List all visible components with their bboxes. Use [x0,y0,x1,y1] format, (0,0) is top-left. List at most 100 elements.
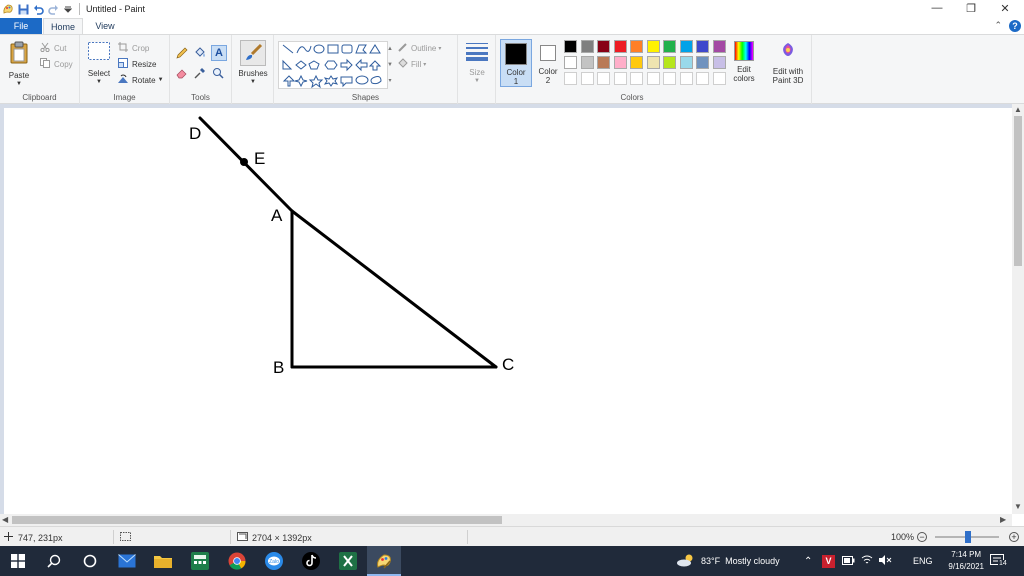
volume-muted-icon[interactable] [879,555,892,567]
palette-swatch[interactable] [580,40,594,53]
custom-color-slot[interactable] [597,72,610,85]
excel-icon[interactable] [338,551,358,571]
vertical-scrollbar[interactable]: ▲ ▼ [1012,104,1024,514]
palette-swatch[interactable] [712,56,726,69]
color-picker-icon[interactable] [193,66,207,80]
size-button[interactable]: Size ▼ [462,41,492,86]
customize-qat-icon[interactable] [62,3,74,15]
zalo-icon[interactable]: Zalo [264,551,284,571]
undo-icon[interactable] [32,3,44,15]
scroll-left-icon[interactable]: ◀ [2,515,8,524]
cortana-icon[interactable] [80,551,100,571]
minimize-button[interactable]: — [920,0,954,16]
custom-color-slot[interactable] [580,72,594,85]
custom-color-slot[interactable] [613,72,627,85]
select-dropdown-icon[interactable]: ▼ [96,78,102,87]
custom-color-slot[interactable] [712,72,726,85]
palette-swatch[interactable] [646,40,660,53]
palette-swatch[interactable] [613,56,627,69]
paint-taskbar-icon[interactable] [367,546,401,576]
custom-color-slot[interactable] [679,72,693,85]
help-icon[interactable]: ? [1009,20,1021,32]
fill-bucket-icon[interactable] [193,46,207,60]
eraser-icon[interactable] [175,66,189,80]
drawing-canvas[interactable]: D E A B C [4,108,1014,514]
palette-swatch[interactable] [564,40,577,53]
horizontal-scroll-thumb[interactable] [12,516,502,524]
notification-icon[interactable]: 14 [990,554,1008,568]
cut-button[interactable]: Cut [40,42,66,54]
palette-swatch[interactable] [580,56,594,69]
brushes-button[interactable]: Brushes ▼ [236,40,270,87]
v-app-icon[interactable]: V [822,554,835,568]
zoom-out-icon[interactable]: − [917,532,927,542]
color2-button[interactable]: Color 2 [534,39,562,87]
resize-button[interactable]: Resize [118,58,156,70]
tab-view[interactable]: View [85,18,125,34]
palette-swatch[interactable] [597,40,610,53]
zoom-in-icon[interactable]: + [1009,532,1019,542]
tiktok-icon[interactable] [301,551,321,571]
language-indicator[interactable]: ENG [913,546,933,576]
select-button[interactable]: Select ▼ [84,41,114,87]
weather-widget[interactable]: 83°F Mostly cloudy [676,546,780,576]
edit-colors-button[interactable]: Edit colors [728,41,760,83]
show-hidden-icons[interactable]: ⌃ [804,546,812,576]
palette-swatch[interactable] [696,40,709,53]
battery-icon[interactable] [842,555,855,567]
pencil-icon[interactable] [175,46,189,60]
crop-button[interactable]: Crop [118,42,149,54]
zoom-slider-thumb[interactable] [965,531,971,543]
palette-swatch[interactable] [630,40,643,53]
collapse-ribbon-icon[interactable]: ⌃ [994,20,1002,31]
close-button[interactable]: ✕ [988,0,1022,16]
mail-icon[interactable] [117,551,137,571]
save-icon[interactable] [17,3,29,15]
rotate-button[interactable]: Rotate ▼ [118,74,164,86]
brushes-dropdown-icon[interactable]: ▼ [250,78,256,87]
windows-start-icon[interactable] [8,551,28,571]
zoom-out-button[interactable]: − [917,532,927,542]
file-explorer-icon[interactable] [153,551,173,571]
copy-button[interactable]: Copy [40,58,73,70]
palette-swatch[interactable] [613,40,627,53]
tab-home[interactable]: Home [43,18,83,34]
shapes-gallery[interactable] [278,41,388,89]
scroll-down-icon[interactable]: ▼ [1014,502,1022,511]
custom-color-slot[interactable] [630,72,643,85]
custom-color-slot[interactable] [663,72,676,85]
palette-swatch[interactable] [663,56,676,69]
paint3d-button[interactable]: Edit with Paint 3D [766,41,810,85]
paste-button[interactable]: Paste ▼ [4,41,34,89]
outline-button[interactable]: Outline ▾ [398,42,441,54]
paste-dropdown-icon[interactable]: ▼ [16,80,22,89]
scroll-right-icon[interactable]: ▶ [1000,515,1006,524]
horizontal-scrollbar[interactable]: ◀ ▶ [0,514,1012,526]
tab-file[interactable]: File [0,18,42,34]
magnifier-icon[interactable] [211,66,225,80]
palette-swatch[interactable] [679,56,693,69]
scroll-up-icon[interactable]: ▲ [1014,105,1022,114]
custom-color-slot[interactable] [646,72,660,85]
text-tool-icon[interactable]: A [211,45,227,61]
zoom-in-button[interactable]: + [1009,532,1019,542]
palette-swatch[interactable] [646,56,660,69]
palette-swatch[interactable] [597,56,610,69]
palette-swatch[interactable] [564,56,577,69]
shapes-scroll[interactable]: ▲ ▼ ▾ [386,41,394,89]
chrome-icon[interactable] [227,551,247,571]
vivaldi-tray-icon[interactable]: V [822,546,835,576]
custom-color-slot[interactable] [564,72,577,85]
calculator-app-icon[interactable] [190,551,210,571]
custom-color-slot[interactable] [696,72,709,85]
notification-center[interactable]: 14 [990,546,1008,576]
fill-button[interactable]: Fill ▾ [398,58,426,70]
palette-swatch[interactable] [696,56,709,69]
palette-swatch[interactable] [630,56,643,69]
redo-icon[interactable] [47,3,59,15]
palette-swatch[interactable] [712,40,726,53]
chevron-up-icon[interactable]: ⌃ [804,556,812,567]
rotate-dropdown-icon[interactable]: ▼ [158,77,164,83]
clock[interactable]: 7:14 PM 9/16/2021 [948,549,984,573]
wifi-icon[interactable] [861,555,873,567]
